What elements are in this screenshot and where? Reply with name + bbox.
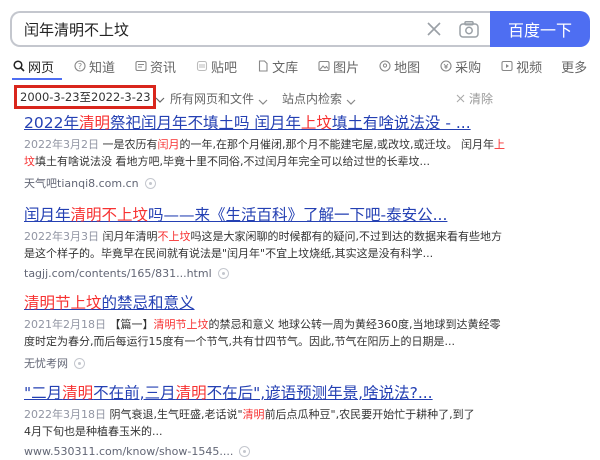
search-filters: 2000-3-23至2022-3-23 所有网页和文件 站点内检索 清除 [14, 85, 590, 109]
tab-label: 贴吧 [211, 60, 238, 76]
image-icon [317, 60, 330, 73]
result-snippet: 2021年2月18日 【篇一】清明节上坟的禁忌和意义 地球公转一周为黄经360度… [24, 318, 501, 348]
document-icon [256, 60, 269, 73]
tab-label: 视频 [516, 60, 543, 76]
search-input[interactable]: 闰年清明不上坟 [24, 19, 424, 40]
result-title[interactable]: 清明节上坟的禁忌和意义 [24, 293, 590, 313]
search-result: "二月清明不在前,三月清明不在后",谚语预测年景,啥说法?... 2022年3月… [24, 383, 590, 458]
clear-label: 清除 [469, 92, 494, 106]
result-source[interactable]: www.530311.com/know/show-1545.... [24, 445, 590, 458]
camera-icon[interactable] [458, 19, 480, 39]
tab-zhidao[interactable]: ? 知道 [73, 57, 115, 76]
tab-label: 资讯 [150, 60, 177, 76]
tab-map[interactable]: 地图 [378, 57, 420, 76]
result-title[interactable]: "二月清明不在前,三月清明不在后",谚语预测年景,啥说法?... [24, 383, 590, 403]
chevron-down-icon [346, 95, 356, 105]
tab-label: 地图 [394, 60, 421, 76]
result-snippet: 2022年3月2日 一是农历有闰月的一年,在那个月催闭,那个月不能建宅屋,或改坟… [24, 138, 505, 168]
tab-label: 知道 [89, 60, 116, 76]
result-source[interactable]: 无忧考网 [24, 355, 590, 371]
close-icon [456, 94, 465, 103]
snapshot-icon[interactable] [239, 446, 251, 457]
chevron-down-icon [155, 93, 165, 103]
time-range-label: 2000-3-23至2022-3-23 [20, 90, 151, 104]
result-title[interactable]: 2022年清明祭祀闰月年不填土吗 闰月年上坟填土有啥说法没 - ... [24, 113, 590, 133]
clear-filters-button[interactable]: 清除 [456, 90, 493, 107]
file-type-label: 所有网页和文件 [170, 92, 255, 106]
result-snippet: 2022年3月3日 闰月年清明不上坟吗这是大家闲聊的时候都有的疑问,不过到达的数… [24, 230, 502, 260]
active-tab-indicator [12, 78, 62, 80]
search-box[interactable]: 闰年清明不上坟 [10, 11, 490, 47]
tab-news[interactable]: 资讯 [134, 57, 176, 76]
search-bar: 闰年清明不上坟 百度一下 [10, 11, 590, 47]
tieba-icon [195, 60, 208, 73]
result-date: 2022年3月3日 [24, 230, 99, 243]
result-source[interactable]: tagjj.com/contents/165/831...html [24, 267, 590, 280]
result-date: 2022年3月18日 [24, 408, 106, 421]
tab-label: 网页 [28, 60, 55, 76]
video-icon [500, 60, 513, 73]
tab-label: 更多 [561, 60, 588, 76]
result-source[interactable]: 天气吧tianqi8.com.cn [24, 175, 590, 191]
result-date: 2022年3月2日 [24, 138, 99, 151]
site-search-filter[interactable]: 站点内检索 [282, 90, 356, 107]
file-type-filter[interactable]: 所有网页和文件 [170, 90, 268, 107]
close-icon[interactable] [424, 19, 444, 39]
tab-purchase[interactable]: 采购 [439, 57, 481, 76]
result-title[interactable]: 闰月年清明不上坟吗——来《生活百科》了解一下吧-泰安公... [24, 205, 590, 225]
tab-video[interactable]: 视频 [500, 57, 542, 76]
question-icon: ? [73, 60, 86, 73]
site-search-label: 站点内检索 [282, 92, 343, 106]
news-icon [134, 60, 147, 73]
svg-text:?: ? [77, 62, 81, 71]
search-result: 清明节上坟的禁忌和意义 2021年2月18日 【篇一】清明节上坟的禁忌和意义 地… [24, 293, 590, 371]
purchase-icon [439, 60, 452, 73]
search-button[interactable]: 百度一下 [490, 11, 590, 47]
result-snippet: 2022年3月18日 阴气衰退,生气旺盛,老话说"清明前后点瓜种豆",农民要开始… [24, 408, 475, 438]
snapshot-icon[interactable] [217, 268, 229, 279]
tab-label: 采购 [455, 60, 482, 76]
snapshot-icon[interactable] [144, 177, 156, 189]
tab-wenku[interactable]: 文库 [256, 57, 298, 76]
search-icon [12, 60, 25, 73]
tab-label: 文库 [272, 60, 299, 76]
time-range-filter[interactable]: 2000-3-23至2022-3-23 [14, 85, 164, 109]
search-result: 2022年清明祭祀闰月年不填土吗 闰月年上坟填土有啥说法没 - ... 2022… [24, 113, 590, 191]
tab-images[interactable]: 图片 [317, 57, 359, 76]
tab-more[interactable]: 更多 [561, 57, 587, 76]
search-tabs: 网页 ? 知道 资讯 贴吧 文库 图片 地图 采购 视频 更多 [12, 56, 587, 76]
tab-tieba[interactable]: 贴吧 [195, 57, 237, 76]
snapshot-icon[interactable] [74, 357, 85, 369]
search-result: 闰月年清明不上坟吗——来《生活百科》了解一下吧-泰安公... 2022年3月3日… [24, 205, 590, 280]
result-date: 2021年2月18日 [24, 318, 106, 331]
tab-web[interactable]: 网页 [12, 57, 54, 76]
map-icon [378, 60, 391, 73]
tab-label: 图片 [333, 60, 360, 76]
chevron-down-icon [258, 95, 268, 105]
